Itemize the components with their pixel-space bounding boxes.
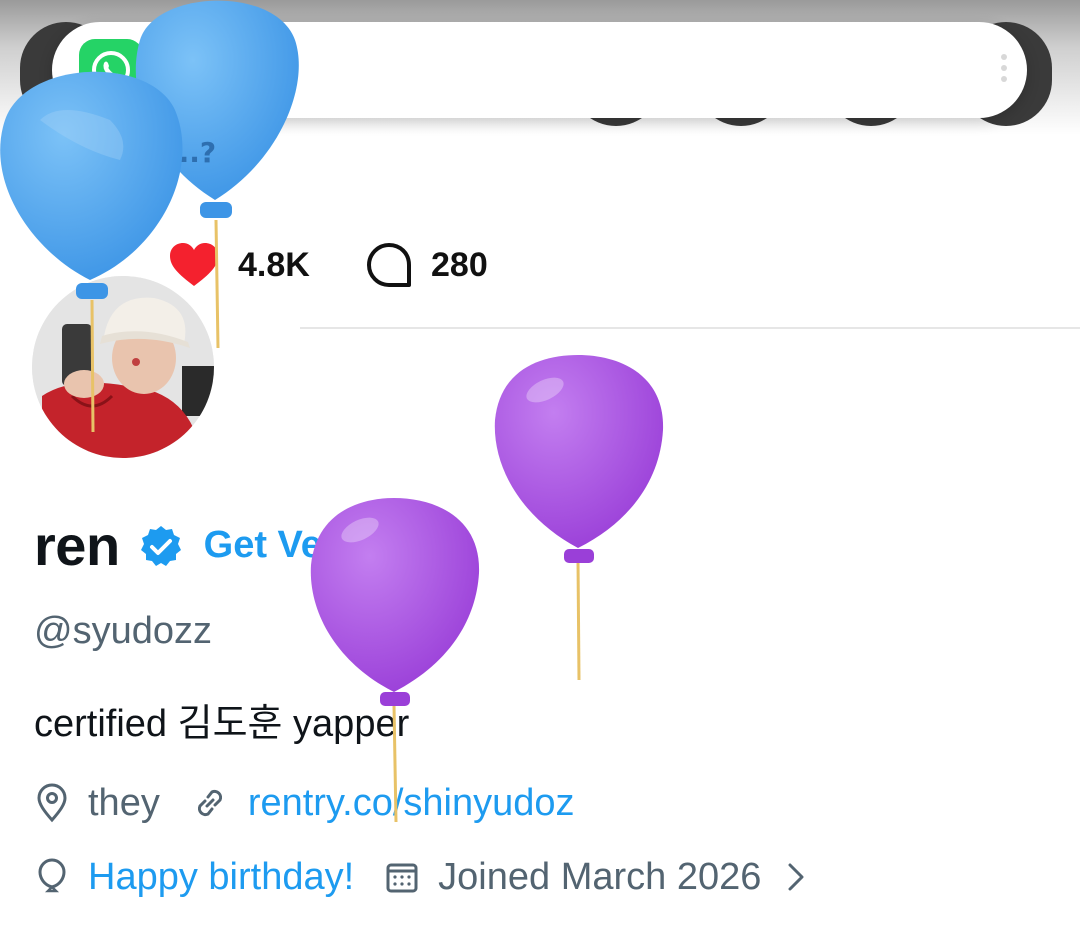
replies-count: 280: [431, 245, 488, 284]
avatar[interactable]: [32, 276, 214, 458]
likes-stat[interactable]: 4.8K: [168, 240, 310, 290]
balloon-text: ...?: [168, 136, 216, 169]
notification-text: [167, 60, 977, 80]
calendar-icon: [386, 863, 418, 893]
whatsapp-icon: [79, 39, 143, 101]
profile-bio: certified 김도훈 yapper: [34, 703, 410, 745]
link-icon: [197, 789, 222, 817]
profile-name: ren: [34, 513, 120, 577]
profile-website-link[interactable]: rentry.co/shinyudoz: [248, 782, 575, 825]
chevron-right-icon[interactable]: [781, 860, 811, 894]
heart-icon: [170, 243, 218, 286]
whatsapp-notification[interactable]: [52, 22, 1027, 118]
speech-bubble-icon: [367, 243, 411, 287]
purple-balloon: [494, 355, 664, 681]
notification-more-icon[interactable]: [1001, 54, 1007, 87]
profile-location: they: [88, 781, 160, 824]
birthday-link[interactable]: Happy birthday!: [88, 856, 354, 899]
profile-meta-row: they rentry.co/shinyudoz: [34, 778, 575, 828]
get-verified-link[interactable]: Get Verified: [204, 524, 415, 567]
likes-count: 4.8K: [238, 245, 310, 284]
balloon-icon: [38, 858, 66, 893]
location-pin-icon: [37, 783, 67, 823]
joined-date: Joined March 2026: [438, 855, 762, 898]
verified-badge-icon[interactable]: [138, 524, 184, 570]
profile-meta-row-2: Happy birthday! Joined March 2026: [34, 852, 811, 902]
profile-name-row: ren Get Verified: [34, 510, 415, 580]
replies-stat[interactable]: 280: [365, 240, 488, 290]
divider: [300, 327, 1080, 329]
profile-handle: @syudozz: [34, 610, 212, 652]
